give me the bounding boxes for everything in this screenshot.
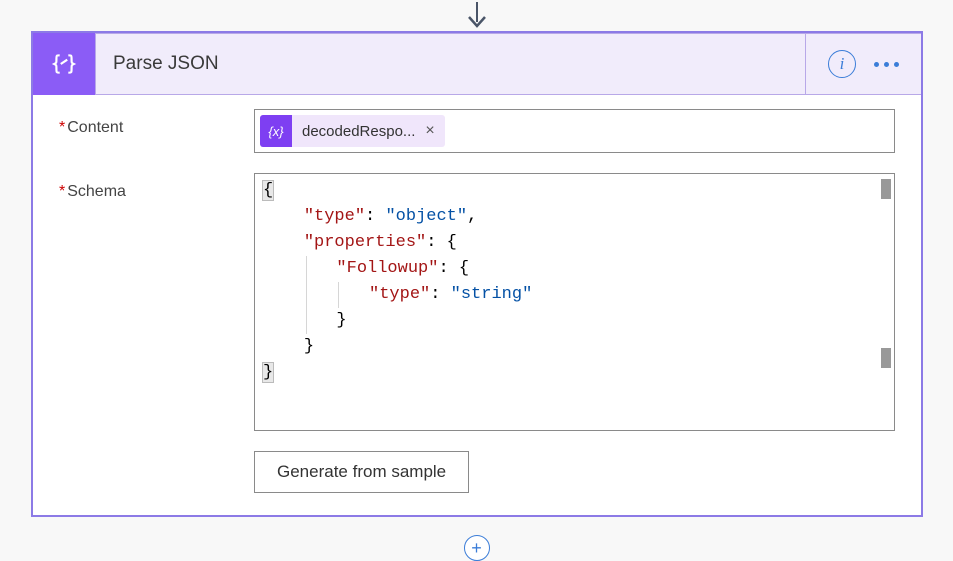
action-body: *Content {x} decodedRespo... × *Schema {… bbox=[33, 95, 921, 515]
info-icon[interactable]: i bbox=[828, 50, 856, 78]
scrollbar-thumb-bottom[interactable] bbox=[881, 348, 891, 368]
add-step-icon[interactable]: + bbox=[464, 535, 490, 561]
parse-json-action-card: Parse JSON i *Content {x} decodedRespo..… bbox=[31, 31, 923, 517]
token-label: decodedRespo... bbox=[292, 123, 425, 140]
action-title[interactable]: Parse JSON bbox=[95, 33, 806, 95]
generate-from-sample-button[interactable]: Generate from sample bbox=[254, 451, 469, 493]
flow-arrow-down-icon bbox=[465, 0, 489, 30]
content-token[interactable]: {x} decodedRespo... × bbox=[260, 115, 445, 147]
parse-json-icon bbox=[33, 33, 95, 95]
content-input[interactable]: {x} decodedRespo... × bbox=[254, 109, 895, 153]
more-menu-icon[interactable] bbox=[874, 62, 899, 67]
schema-label: *Schema bbox=[59, 173, 254, 201]
variable-icon: {x} bbox=[260, 115, 292, 147]
schema-editor[interactable]: { "type": "object", "properties": { "Fol… bbox=[254, 173, 895, 431]
content-label: *Content bbox=[59, 109, 254, 137]
action-header[interactable]: Parse JSON i bbox=[33, 33, 921, 95]
token-remove-icon[interactable]: × bbox=[425, 122, 434, 140]
scrollbar-thumb-top[interactable] bbox=[881, 179, 891, 199]
